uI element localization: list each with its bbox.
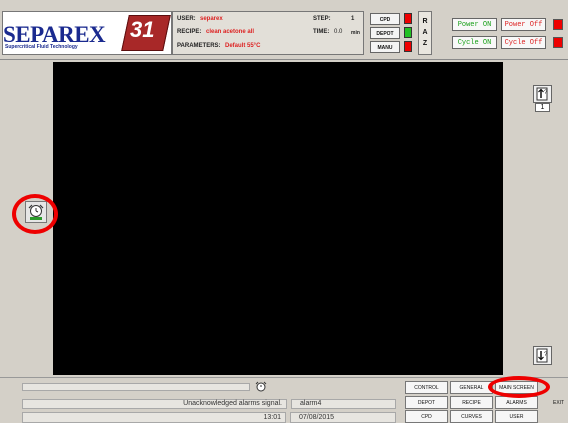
logo-tagline: Supercritical Fluid Technology bbox=[5, 44, 78, 50]
nav-exit-button[interactable]: EXIT bbox=[553, 400, 564, 406]
alarm-progress-bar bbox=[22, 383, 250, 391]
nav-cpd-button[interactable]: CPD bbox=[405, 410, 448, 423]
cycle-on-button[interactable]: Cycle ON bbox=[452, 36, 497, 49]
nav-curves-button[interactable]: CURVES bbox=[450, 410, 493, 423]
cycle-status-led bbox=[553, 37, 563, 48]
mode-panel: CPD DEPOT MANU bbox=[370, 13, 418, 55]
user-value: separex bbox=[200, 16, 223, 22]
time-unit: min bbox=[351, 30, 360, 36]
clock-date: 07/08/2015 bbox=[299, 414, 335, 421]
alarm-name: alarm4 bbox=[300, 400, 322, 407]
step-label: STEP: bbox=[313, 16, 331, 22]
mode-depot-button[interactable]: DEPOT bbox=[370, 27, 400, 39]
recipe-label: RECIPE: bbox=[177, 29, 202, 35]
mode-cpd-button[interactable]: CPD bbox=[370, 13, 400, 25]
highlight-circle-alarm-clock bbox=[12, 194, 58, 234]
raz-letter-r: R bbox=[422, 18, 428, 25]
power-off-button[interactable]: Power Off bbox=[501, 18, 546, 31]
cycle-off-button[interactable]: Cycle Off bbox=[501, 36, 546, 49]
date-field: 07/08/2015 bbox=[290, 412, 396, 423]
user-label: USER: bbox=[177, 16, 196, 22]
raz-letter-z: Z bbox=[422, 40, 428, 47]
parameters-label: PARAMETERS: bbox=[177, 43, 221, 49]
page-down-button[interactable]: ? bbox=[533, 346, 552, 365]
power-status-led bbox=[553, 19, 563, 30]
recipe-value: clean acetone all bbox=[206, 29, 255, 35]
time-value: 0.0 bbox=[334, 29, 343, 35]
alarm-message-field: Unacknowledged alarms signal. bbox=[22, 399, 287, 409]
time-field: 13:01 bbox=[22, 412, 286, 423]
alarm-clock-small-icon bbox=[255, 381, 267, 392]
highlight-circle-main-screen bbox=[488, 376, 550, 398]
nav-user-button[interactable]: USER bbox=[495, 410, 538, 423]
arrow-up-icon: ? bbox=[536, 87, 548, 101]
time-label: TIME: bbox=[313, 29, 330, 35]
alarm-name-field: alarm4 bbox=[291, 399, 396, 409]
main-display-area bbox=[53, 62, 503, 375]
raz-letter-a: A bbox=[422, 29, 428, 36]
mode-manu-led bbox=[404, 41, 412, 52]
mode-depot-led bbox=[404, 27, 412, 38]
raz-button[interactable]: R A Z bbox=[418, 11, 432, 55]
logo-badge-number: 31 bbox=[130, 17, 155, 42]
arrow-down-icon: ? bbox=[536, 348, 548, 363]
alarm-message: Unacknowledged alarms signal. bbox=[183, 400, 282, 407]
parameters-value: Default 55°C bbox=[225, 43, 261, 49]
page-number: 1 bbox=[535, 103, 550, 112]
clock-time: 13:01 bbox=[263, 414, 281, 421]
nav-depot-button[interactable]: DEPOT bbox=[405, 396, 448, 409]
mode-manu-button[interactable]: MANU bbox=[370, 41, 400, 53]
mode-cpd-led bbox=[404, 13, 412, 24]
nav-recipe-button[interactable]: RECIPE bbox=[450, 396, 493, 409]
page-up-button[interactable]: ? bbox=[533, 85, 552, 103]
nav-general-button[interactable]: GENERAL bbox=[450, 381, 493, 394]
step-value: 1 bbox=[351, 16, 355, 22]
status-info-panel: USER: separex RECIPE: clean acetone all … bbox=[172, 11, 364, 55]
power-on-button[interactable]: Power ON bbox=[452, 18, 497, 31]
nav-control-button[interactable]: CONTROL bbox=[405, 381, 448, 394]
alarm-clock-small-button[interactable] bbox=[254, 380, 268, 393]
